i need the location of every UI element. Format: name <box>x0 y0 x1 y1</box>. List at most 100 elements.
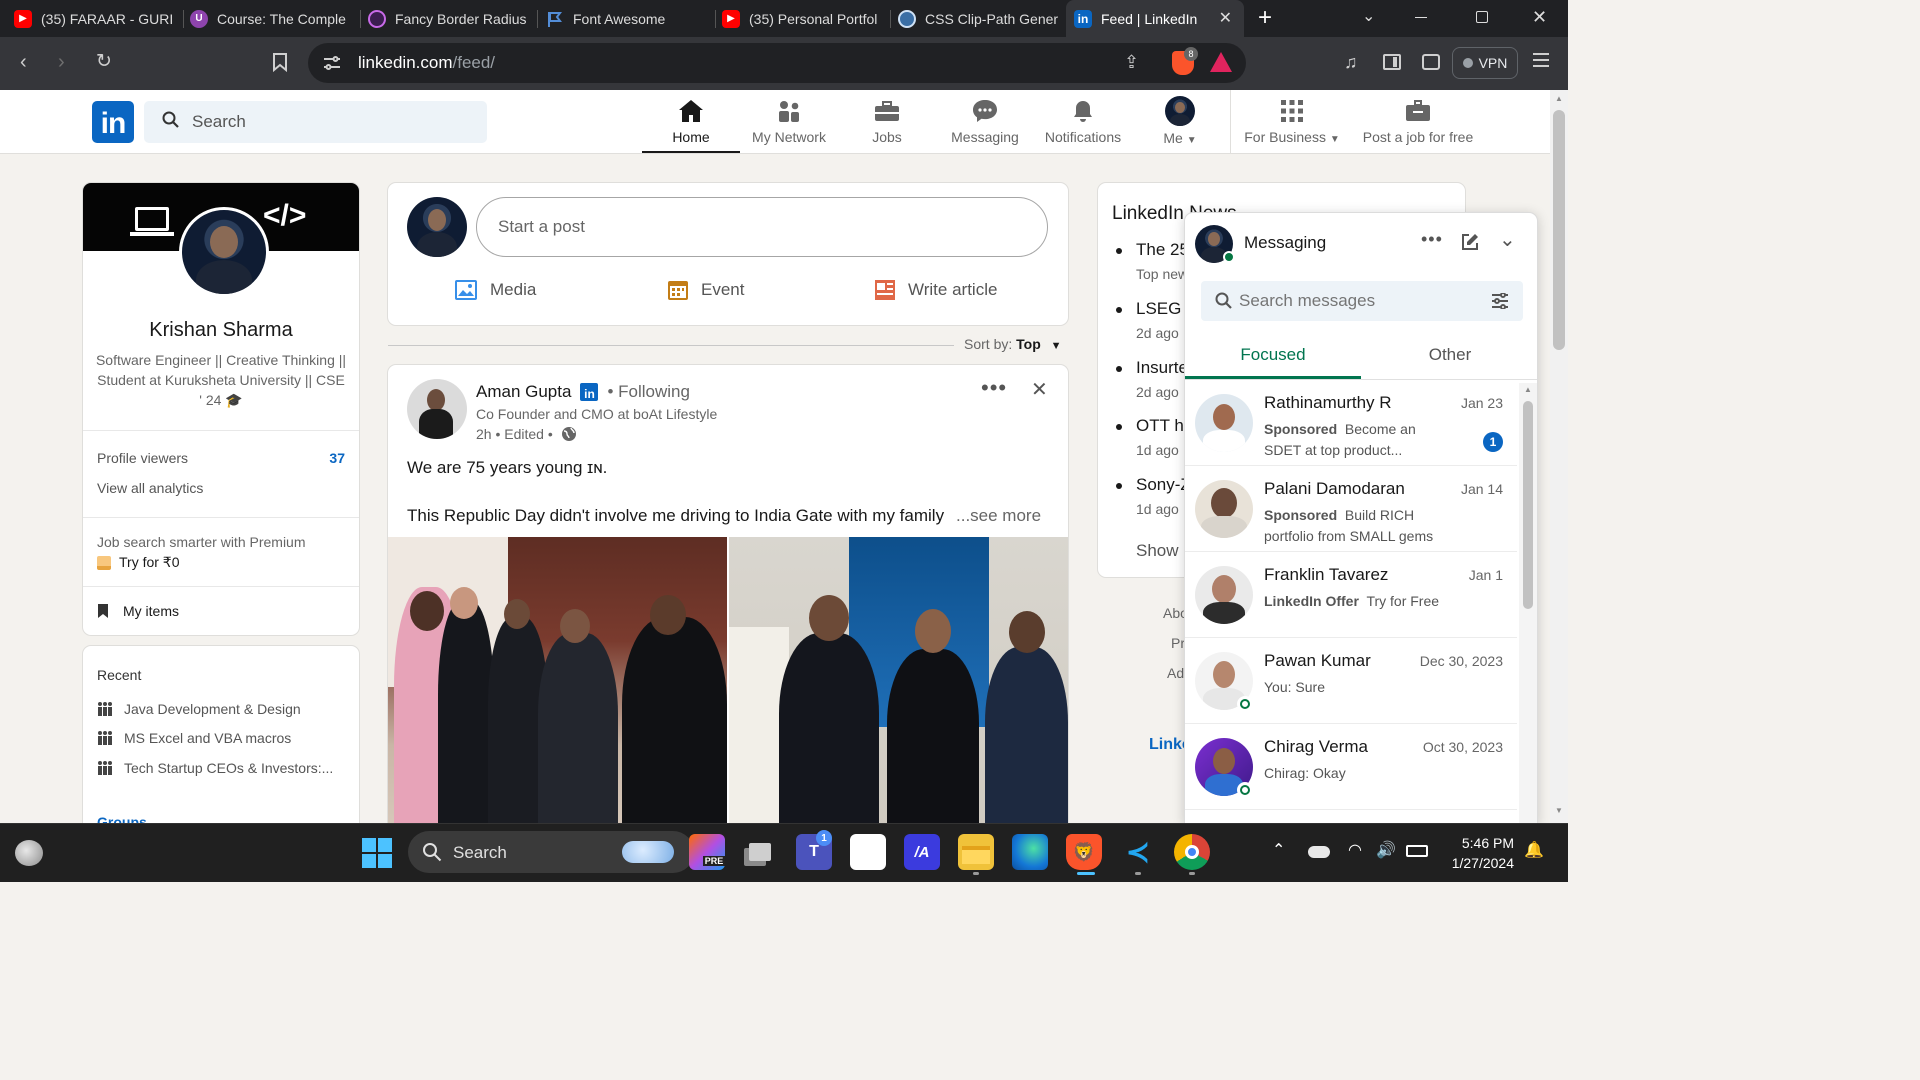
browser-tab-4[interactable]: Font Awesome <box>546 0 710 37</box>
sidebar-icon[interactable] <box>1383 54 1401 70</box>
windows-start-icon[interactable] <box>362 838 392 868</box>
premium-try-link[interactable]: Try for ₹0 <box>97 554 180 571</box>
filter-icon[interactable] <box>1491 293 1509 309</box>
conversation-item[interactable]: Chirag Verma Oct 30, 2023 Chirag: Okay <box>1185 724 1517 810</box>
news-headline[interactable]: LSEG t <box>1136 299 1191 319</box>
nav-notifications[interactable]: Notifications <box>1038 95 1128 153</box>
news-headline[interactable]: The 25 <box>1136 240 1189 260</box>
news-headline[interactable]: Sony-Z <box>1136 475 1191 495</box>
messaging-search-input[interactable] <box>1239 281 1479 321</box>
nav-for-business[interactable]: For Business ▼ <box>1240 95 1344 153</box>
restore-icon[interactable] <box>1476 11 1488 23</box>
copilot-icon[interactable]: PRE <box>689 834 726 870</box>
weather-icon[interactable] <box>15 840 43 866</box>
nav-messaging[interactable]: Messaging <box>944 95 1026 153</box>
nav-post-job[interactable]: Post a job for free <box>1356 95 1480 153</box>
linkedin-logo[interactable]: in <box>92 101 134 143</box>
browser-tab-1[interactable]: ▶ (35) FARAAR - GURI <box>14 0 178 37</box>
nav-jobs[interactable]: Jobs <box>852 95 922 153</box>
minimize-icon[interactable] <box>1415 17 1427 18</box>
chrome-icon[interactable] <box>1174 834 1210 870</box>
post-dismiss-icon[interactable]: ✕ <box>1031 377 1048 402</box>
wifi-icon[interactable]: ◠ <box>1348 840 1362 860</box>
notification-bell-icon[interactable]: 🔔 <box>1524 840 1544 860</box>
brave-shields-icon[interactable]: 8 <box>1172 47 1198 75</box>
back-icon[interactable]: ‹ <box>20 50 27 74</box>
messaging-scrollbar[interactable]: ▲ <box>1519 383 1537 823</box>
microsoft-store-icon[interactable] <box>850 834 886 870</box>
browser-tab-2[interactable]: U Course: The Comple <box>190 0 354 37</box>
address-bar[interactable]: linkedin.com/feed/ ⇪ 8 <box>308 43 1246 83</box>
taskbar-clock[interactable]: 5:46 PM 1/27/2024 <box>1436 833 1514 873</box>
composer-avatar[interactable] <box>407 197 467 257</box>
recent-item[interactable]: MS Excel and VBA macros <box>97 730 291 746</box>
post-photo-right[interactable] <box>729 537 1068 834</box>
conversation-item[interactable]: Rathinamurthy R Jan 23 Sponsored Become … <box>1185 380 1517 466</box>
browser-tab-6[interactable]: CSS Clip-Path Gener <box>898 0 1062 37</box>
conversation-item[interactable]: Pawan Kumar Dec 30, 2023 You: Sure <box>1185 638 1517 724</box>
media-icon[interactable]: ♫ <box>1344 52 1358 73</box>
onedrive-icon[interactable] <box>1308 846 1330 858</box>
taskbar-search[interactable]: Search <box>408 831 694 873</box>
premium-promo[interactable]: Job search smarter with Premium <box>97 534 306 550</box>
battery-icon[interactable] <box>1406 845 1428 857</box>
search-input[interactable] <box>192 101 472 143</box>
post-photo-left[interactable] <box>388 537 727 834</box>
site-settings-icon[interactable] <box>322 54 342 77</box>
event-button[interactable]: Event <box>667 279 744 301</box>
profile-name[interactable]: Krishan Sharma <box>83 319 359 342</box>
author-avatar[interactable] <box>407 379 467 439</box>
profile-viewers-count[interactable]: 37 <box>329 450 345 466</box>
profile-viewers-label[interactable]: Profile viewers <box>97 450 188 466</box>
reload-icon[interactable]: ↻ <box>96 50 112 74</box>
task-view-icon[interactable] <box>742 834 778 870</box>
tab-search-chevron-icon[interactable]: ⌄ <box>1362 6 1375 26</box>
browser-tab-3[interactable]: Fancy Border Radius <box>368 0 532 37</box>
volume-icon[interactable]: 🔊 <box>1376 840 1396 860</box>
teams-icon[interactable]: T1 <box>796 830 832 870</box>
news-show-more[interactable]: Show <box>1136 541 1179 561</box>
post-more-icon[interactable]: ••• <box>981 375 1007 401</box>
footer-link[interactable]: Pr <box>1171 635 1185 651</box>
tab-other[interactable]: Other <box>1361 331 1537 379</box>
nav-my-network[interactable]: My Network <box>745 95 833 153</box>
nav-home[interactable]: Home <box>642 95 740 153</box>
edge-icon[interactable] <box>1012 834 1048 870</box>
sort-dropdown[interactable]: Sort by: Top ▼ <box>964 336 1062 352</box>
compose-message-icon[interactable] <box>1461 233 1479 256</box>
write-article-button[interactable]: Write article <box>874 279 997 301</box>
media-button[interactable]: Media <box>454 279 536 301</box>
close-window-icon[interactable]: ✕ <box>1532 7 1547 28</box>
file-explorer-icon[interactable] <box>958 834 994 870</box>
ai-app-icon[interactable]: /A <box>904 834 940 870</box>
profile-avatar[interactable] <box>179 207 269 297</box>
browser-tab-linkedin[interactable]: in Feed | LinkedIn ✕ <box>1066 0 1244 37</box>
brave-icon[interactable]: 🦁 <box>1066 834 1102 870</box>
messaging-more-icon[interactable]: ••• <box>1421 229 1443 250</box>
close-tab-icon[interactable]: ✕ <box>1219 8 1232 28</box>
conversation-item[interactable]: Palani Damodaran Jan 14 Sponsored Build … <box>1185 466 1517 552</box>
recent-item[interactable]: Tech Startup CEOs & Investors:... <box>97 760 333 776</box>
collapse-chevron-icon[interactable]: ⌄ <box>1499 227 1516 252</box>
tab-focused[interactable]: Focused <box>1185 331 1361 379</box>
my-items-link[interactable]: My items <box>97 603 179 619</box>
forward-icon[interactable]: › <box>58 50 65 74</box>
page-scrollbar[interactable]: ▲ ▼ <box>1550 90 1568 823</box>
nav-me[interactable]: Me ▼ <box>1150 95 1210 153</box>
news-headline[interactable]: Insurte <box>1136 358 1188 378</box>
global-search[interactable] <box>144 101 487 143</box>
new-tab-icon[interactable]: + <box>1258 4 1272 32</box>
messaging-title[interactable]: Messaging <box>1244 233 1326 253</box>
see-more-link[interactable]: ...see more <box>956 506 1041 526</box>
view-analytics-link[interactable]: View all analytics <box>97 480 203 496</box>
tray-chevron-icon[interactable]: ⌃ <box>1272 840 1285 860</box>
menu-icon[interactable] <box>1533 53 1549 67</box>
wallet-icon[interactable] <box>1422 54 1440 70</box>
start-post-button[interactable]: Start a post <box>476 197 1048 257</box>
messaging-search[interactable] <box>1201 281 1523 321</box>
post-author-name[interactable]: Aman Gupta <box>476 382 571 402</box>
brave-rewards-icon[interactable] <box>1210 52 1232 72</box>
footer-link[interactable]: Ad <box>1167 665 1184 681</box>
vpn-button[interactable]: VPN <box>1452 47 1518 79</box>
browser-tab-5[interactable]: ▶ (35) Personal Portfol <box>722 0 886 37</box>
